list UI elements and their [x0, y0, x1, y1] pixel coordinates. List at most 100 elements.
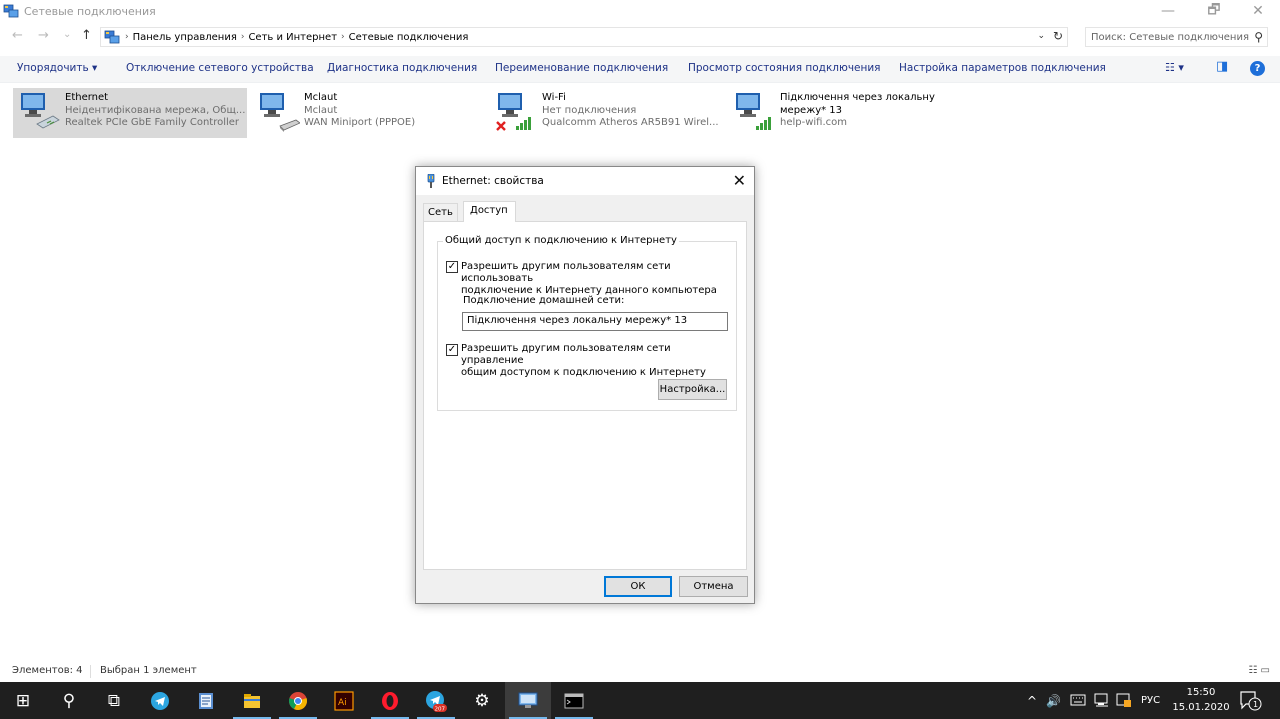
ethernet-adapter-icon [21, 93, 60, 129]
allow-control-label[interactable]: Разрешить другим пользователям сети упра… [461, 343, 736, 379]
restore-icon: 🗗 [1207, 2, 1221, 18]
view-toggle-icon[interactable]: ☷ ▭ [1248, 665, 1270, 676]
task-view-button[interactable]: ⧉ [91, 682, 137, 719]
control-panel-icon [104, 30, 120, 44]
window-titlebar: Сетевые подключения — 🗗 ✕ [0, 0, 1280, 22]
allow-sharing-checkbox[interactable]: ✓ [446, 261, 458, 273]
dialog-close-icon[interactable]: ✕ [733, 171, 746, 190]
ok-button[interactable]: ОК [604, 576, 672, 597]
breadcrumb-network-internet[interactable]: Сеть и Интернет [248, 32, 337, 43]
messenger-icon: 207 [426, 690, 447, 712]
help-icon[interactable]: ? [1250, 61, 1265, 76]
close-button[interactable]: ✕ [1240, 0, 1276, 22]
connection-status: Неідентифікована мережа, Общ... [65, 104, 246, 116]
command-bar: Упорядочить ▾ Отключение сетевого устрой… [0, 56, 1280, 83]
ethernet-properties-dialog: Ethernet: свойства ✕ Сеть Доступ Общий д… [415, 166, 755, 604]
close-icon: ✕ [1252, 3, 1264, 19]
view-status-button[interactable]: Просмотр состояния подключения [688, 62, 881, 74]
notifications-icon[interactable]: 1 [1240, 691, 1262, 711]
taskbar-telegram-desktop[interactable]: 207 [413, 682, 459, 719]
connection-name: Wi-Fi [542, 92, 566, 103]
address-bar[interactable]: › Панель управления › Сеть и Интернет › … [100, 27, 1068, 47]
breadcrumb-separator-icon: › [341, 32, 345, 42]
connection-device: Realtek PCIe GbE Family Controller [65, 117, 240, 128]
search-input[interactable]: Поиск: Сетевые подключения ⚲ [1085, 27, 1268, 47]
network-connections-app-icon [3, 4, 19, 18]
taskbar-file-explorer[interactable] [229, 682, 275, 719]
restore-button[interactable]: 🗗 [1196, 0, 1232, 22]
wifi-adapter-icon [496, 93, 531, 131]
taskbar-network-connections[interactable] [505, 682, 551, 719]
connection-mclaut[interactable]: Mclaut Mclaut WAN Miniport (PPPOE) [252, 88, 462, 138]
start-button[interactable]: ⊞ [0, 682, 46, 719]
connection-local-area-13[interactable]: Підключення через локальну мережу* 13 he… [728, 88, 958, 138]
tab-sharing[interactable]: Доступ [463, 201, 516, 222]
forward-arrow-icon[interactable]: → [38, 28, 49, 43]
items-count: Элементов: 4 [12, 665, 83, 676]
status-divider [90, 665, 91, 678]
taskbar-telegram[interactable] [137, 682, 183, 719]
window-title: Сетевые подключения [24, 4, 156, 18]
diagnose-connection-button[interactable]: Диагностика подключения [327, 62, 477, 74]
tab-network[interactable]: Сеть [423, 203, 458, 222]
preview-pane-icon[interactable]: ◨ [1216, 59, 1228, 74]
dialog-title: Ethernet: свойства [442, 175, 544, 187]
connection-name-continued: мережу* 13 [780, 104, 843, 116]
taskbar-chrome[interactable] [275, 682, 321, 719]
connection-wifi[interactable]: Wi-Fi Нет подключения Qualcomm Atheros A… [490, 88, 730, 138]
refresh-icon[interactable]: ↻ [1053, 29, 1063, 43]
connection-status: Нет подключения [542, 104, 637, 116]
home-network-field[interactable]: Підключення через локальну мережу* 13 [462, 312, 728, 331]
minimize-button[interactable]: — [1150, 0, 1186, 22]
clock-time: 15:50 [1186, 687, 1216, 698]
search-icon: ⚲ [62, 690, 76, 711]
allow-control-label-line2: общим доступом к подключению к Интернету [461, 367, 706, 378]
search-button[interactable]: ⚲ [46, 682, 92, 719]
sharing-settings-button[interactable]: Настройка... [658, 379, 727, 400]
allow-control-checkbox[interactable]: ✓ [446, 344, 458, 356]
back-arrow-icon[interactable]: ← [12, 28, 23, 43]
taskbar-command-prompt[interactable] [551, 682, 597, 719]
connection-device: Qualcomm Atheros AR5B91 Wirel... [542, 117, 719, 128]
telegram-icon [151, 691, 169, 710]
rename-connection-button[interactable]: Переименование подключения [495, 62, 668, 74]
settings-gear-icon: ⚙ [474, 690, 490, 711]
dialog-titlebar[interactable]: Ethernet: свойства ✕ [416, 167, 754, 195]
connection-wifi-text: Wi-Fi Нет подключения Qualcomm Atheros A… [542, 92, 719, 130]
home-network-label: Подключение домашней сети: [463, 295, 625, 306]
taskbar-illustrator[interactable]: Ai [321, 682, 367, 719]
cancel-button[interactable]: Отмена [679, 576, 748, 597]
change-settings-button[interactable]: Настройка параметров подключения [899, 62, 1106, 74]
status-bar: Элементов: 4 Выбран 1 элемент ☷ ▭ [0, 663, 1280, 681]
taskbar-word-pad[interactable] [183, 682, 229, 719]
taskbar-opera[interactable] [367, 682, 413, 719]
group-label: Общий доступ к подключению к Интернету [443, 235, 679, 246]
internet-sharing-group: Общий доступ к подключению к Интернету ✓… [437, 235, 737, 411]
keyboard-icon[interactable] [1070, 693, 1086, 707]
up-arrow-icon[interactable]: ↑ [81, 28, 92, 43]
connection-device: WAN Miniport (PPPOE) [304, 117, 416, 128]
address-dropdown-icon[interactable]: ⌄ [1037, 31, 1045, 41]
connection-ethernet[interactable]: Ethernet Неідентифікована мережа, Общ...… [13, 88, 247, 138]
file-explorer-icon [244, 693, 260, 708]
breadcrumb-control-panel[interactable]: Панель управления [133, 32, 237, 43]
recent-locations-chevron-icon[interactable]: ⌄ [63, 29, 71, 40]
taskbar-settings[interactable]: ⚙ [459, 682, 505, 719]
volume-icon[interactable]: 🔊 [1046, 682, 1061, 719]
chrome-icon [289, 691, 307, 710]
connection-name: Mclaut [304, 92, 338, 103]
checkmark-icon: ✓ [447, 344, 457, 355]
security-shield-icon[interactable] [1116, 692, 1132, 708]
svg-text:Ai: Ai [338, 698, 347, 708]
clock[interactable]: 15:50 15.01.2020 [1170, 685, 1232, 715]
disable-device-button[interactable]: Отключение сетевого устройства [126, 62, 314, 74]
tray-overflow-chevron-icon[interactable]: ^ [1027, 682, 1037, 719]
network-tray-icon[interactable] [1094, 693, 1110, 708]
pppoe-adapter-icon [260, 93, 300, 132]
input-language-indicator[interactable]: РУС [1141, 682, 1160, 719]
breadcrumb-network-connections[interactable]: Сетевые подключения [349, 32, 469, 43]
sharing-tab-panel: Общий доступ к подключению к Интернету ✓… [423, 221, 747, 570]
change-view-icon[interactable]: ☷ ▾ [1165, 61, 1184, 74]
organize-button[interactable]: Упорядочить ▾ [17, 62, 97, 74]
allow-sharing-label[interactable]: Разрешить другим пользователям сети испо… [461, 261, 736, 297]
